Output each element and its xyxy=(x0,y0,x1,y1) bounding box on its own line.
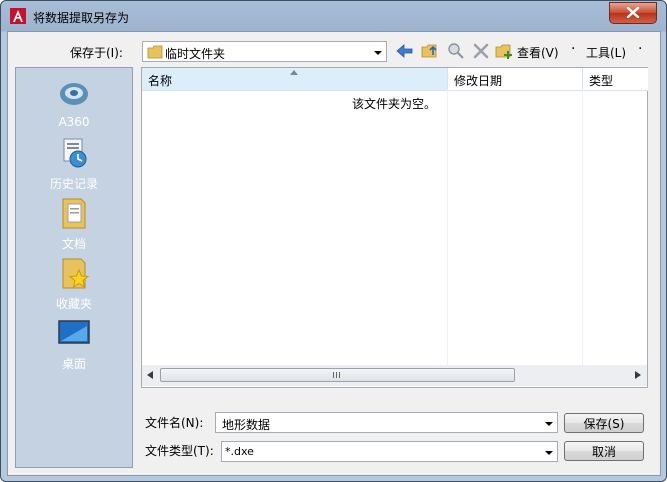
a360-cloud-icon xyxy=(60,83,88,105)
history-icon xyxy=(63,138,87,168)
chevron-down-icon[interactable] xyxy=(374,50,382,55)
save-in-label: 保存于(I): xyxy=(70,46,123,60)
empty-folder-message: 该文件夹为空。 xyxy=(352,97,437,111)
view-dropdown-dot[interactable]: · xyxy=(571,41,575,57)
place-label: 历史记录 xyxy=(49,177,98,191)
documents-folder-icon xyxy=(62,198,86,229)
filetype-value: *.dxe xyxy=(225,445,254,458)
desktop-icon xyxy=(58,320,90,344)
dialog-body: 保存于(I): 临时文件夹 查看(V) · 工具(L) · A360 历史记录 … xyxy=(7,31,661,476)
filename-label: 文件名(N): xyxy=(145,416,204,430)
view-menu[interactable]: 查看(V) xyxy=(517,44,559,61)
place-label: 收藏夹 xyxy=(55,297,92,311)
scrollbar-thumb[interactable] xyxy=(160,368,515,382)
chevron-down-icon[interactable] xyxy=(545,421,553,426)
place-label: A360 xyxy=(58,115,90,129)
horizontal-scrollbar[interactable] xyxy=(142,365,647,386)
column-header-type[interactable]: 类型 xyxy=(582,68,648,91)
favorites-folder-icon xyxy=(62,258,90,289)
place-a360[interactable]: A360 xyxy=(16,76,132,129)
column-divider xyxy=(447,90,448,365)
sort-ascending-icon xyxy=(290,70,298,75)
filename-input[interactable]: 地形数据 xyxy=(215,412,558,433)
place-documents[interactable]: 文档 xyxy=(16,196,132,252)
new-folder-icon[interactable] xyxy=(494,41,514,61)
filename-value: 地形数据 xyxy=(222,418,271,432)
close-icon xyxy=(626,7,640,18)
column-divider xyxy=(582,90,583,365)
grip-icon xyxy=(333,372,340,378)
back-arrow-icon[interactable] xyxy=(395,41,415,61)
chevron-down-icon[interactable] xyxy=(545,450,553,455)
place-favorites[interactable]: 收藏夹 xyxy=(16,256,132,312)
places-sidebar: A360 历史记录 文档 收藏夹 桌面 xyxy=(15,67,133,468)
column-header-modified[interactable]: 修改日期 xyxy=(447,68,583,91)
filetype-label: 文件类型(T): xyxy=(145,444,214,458)
place-label: 桌面 xyxy=(61,357,86,371)
cancel-button[interactable]: 取消 xyxy=(564,441,644,461)
delete-icon[interactable] xyxy=(471,41,491,61)
scroll-right-arrow-icon[interactable] xyxy=(635,371,641,379)
scroll-left-arrow-icon[interactable] xyxy=(147,371,153,379)
save-in-dropdown[interactable]: 临时文件夹 xyxy=(142,41,387,62)
place-label: 文档 xyxy=(61,237,86,251)
up-folder-icon[interactable] xyxy=(420,41,440,61)
save-as-dialog: 将数据提取另存为 保存于(I): 临时文件夹 查看(V) · 工具(L) · A… xyxy=(0,0,667,482)
place-history[interactable]: 历史记录 xyxy=(16,136,132,192)
place-desktop[interactable]: 桌面 xyxy=(16,316,132,372)
autocad-logo-icon xyxy=(10,8,26,24)
filetype-dropdown[interactable]: *.dxe xyxy=(221,441,558,462)
folder-icon xyxy=(147,45,163,59)
title-bar[interactable]: 将数据提取另存为 xyxy=(1,1,666,31)
tools-dropdown-dot[interactable]: · xyxy=(638,41,642,57)
column-header-name[interactable]: 名称 xyxy=(142,68,447,91)
search-web-icon[interactable] xyxy=(446,41,466,61)
window-title: 将数据提取另存为 xyxy=(33,11,130,25)
close-button[interactable] xyxy=(609,2,657,24)
file-list[interactable]: 名称 修改日期 类型 该文件夹为空。 xyxy=(141,67,648,388)
tools-menu[interactable]: 工具(L) xyxy=(586,44,626,61)
save-in-value: 临时文件夹 xyxy=(165,47,226,61)
save-button[interactable]: 保存(S) xyxy=(564,413,644,433)
